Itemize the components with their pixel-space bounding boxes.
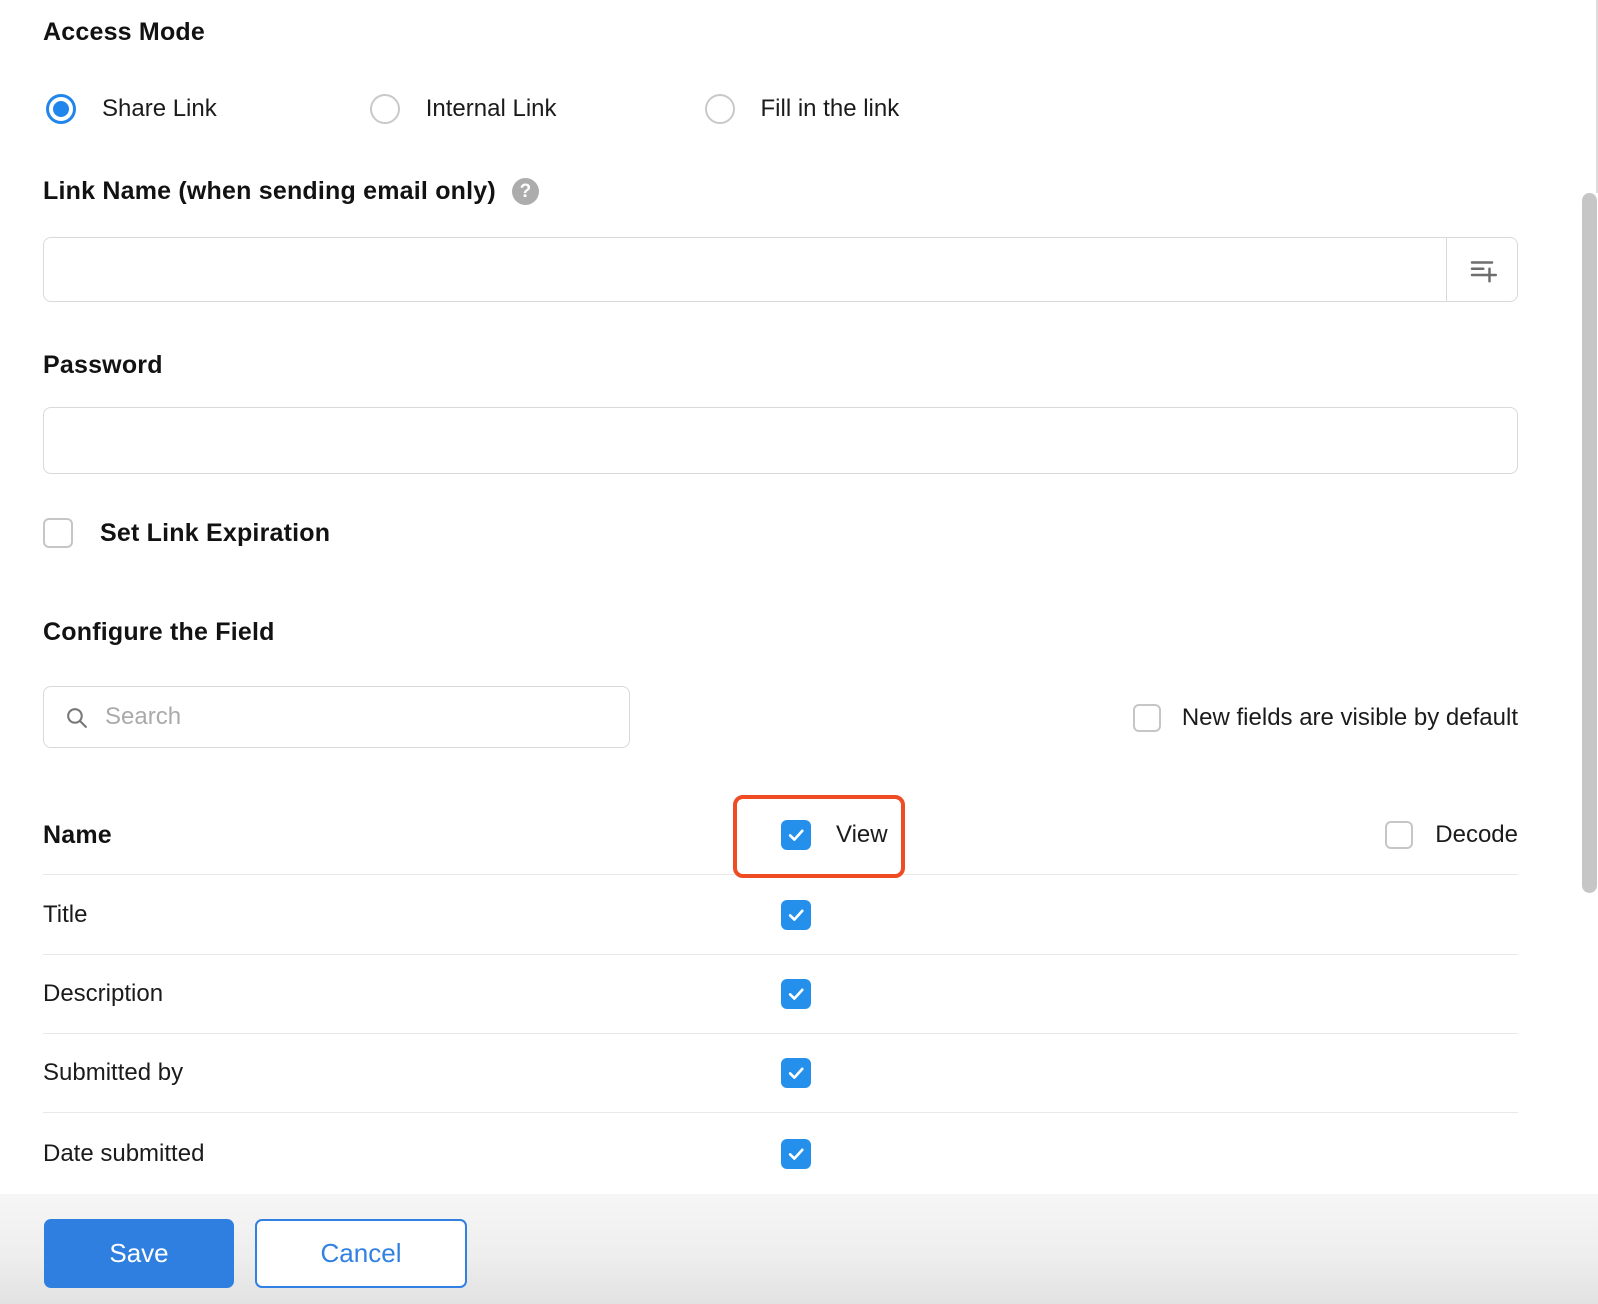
radio-unselected-icon[interactable] [370, 94, 400, 124]
table-row: Title [43, 875, 1518, 954]
decode-column-label: Decode [1435, 821, 1518, 849]
search-icon [64, 705, 89, 730]
password-input[interactable] [43, 407, 1518, 474]
radio-fill-in-the-link-label: Fill in the link [761, 95, 900, 123]
set-link-expiration-label: Set Link Expiration [100, 519, 330, 548]
view-checkbox[interactable] [781, 1058, 811, 1088]
link-name-input[interactable] [44, 238, 1444, 301]
save-button[interactable]: Save [44, 1219, 234, 1288]
radio-internal-link[interactable]: Internal Link [370, 94, 557, 124]
set-link-expiration-row[interactable]: Set Link Expiration [43, 518, 330, 548]
radio-selected-icon[interactable] [46, 94, 76, 124]
field-name: Title [43, 901, 87, 929]
field-name: Date submitted [43, 1140, 204, 1168]
scrollbar-thumb[interactable] [1582, 193, 1597, 893]
search-box[interactable] [43, 686, 630, 748]
new-fields-default-checkbox[interactable] [1133, 704, 1161, 732]
link-name-input-wrap [43, 237, 1518, 302]
link-name-label-row: Link Name (when sending email only) ? [43, 177, 539, 206]
insert-field-addon-button[interactable] [1446, 238, 1517, 301]
field-name: Description [43, 980, 163, 1008]
cancel-button[interactable]: Cancel [255, 1219, 467, 1288]
radio-share-link-label: Share Link [102, 95, 217, 123]
new-fields-default-row[interactable]: New fields are visible by default [1133, 704, 1518, 732]
link-name-label: Link Name (when sending email only) [43, 177, 496, 206]
decode-column-header: Decode [1385, 821, 1518, 849]
checkmark-icon [786, 1063, 806, 1083]
password-heading: Password [43, 351, 163, 380]
radio-internal-link-label: Internal Link [426, 95, 557, 123]
new-fields-default-label: New fields are visible by default [1182, 704, 1518, 732]
checkmark-icon [786, 984, 806, 1004]
access-mode-heading: Access Mode [43, 18, 205, 47]
view-checkbox[interactable] [781, 900, 811, 930]
question-mark-icon[interactable]: ? [512, 178, 539, 205]
insert-field-icon [1467, 255, 1497, 285]
footer-bar: Save Cancel [0, 1194, 1598, 1304]
radio-share-link[interactable]: Share Link [46, 94, 217, 124]
set-link-expiration-checkbox[interactable] [43, 518, 73, 548]
view-checkbox[interactable] [781, 979, 811, 1009]
radio-unselected-icon[interactable] [705, 94, 735, 124]
decode-select-all-checkbox[interactable] [1385, 821, 1413, 849]
table-row: Description [43, 954, 1518, 1033]
table-row: Date submitted [43, 1112, 1518, 1194]
table-row: Submitted by [43, 1033, 1518, 1112]
checkmark-icon [786, 1144, 806, 1164]
radio-fill-in-the-link[interactable]: Fill in the link [705, 94, 900, 124]
view-header-highlight-box [733, 795, 905, 878]
name-column-header: Name [43, 821, 112, 850]
view-checkbox[interactable] [781, 1139, 811, 1169]
access-mode-radio-group: Share Link Internal Link Fill in the lin… [46, 94, 899, 124]
field-name: Submitted by [43, 1059, 183, 1087]
configure-field-heading: Configure the Field [43, 618, 275, 647]
checkmark-icon [786, 905, 806, 925]
search-input[interactable] [105, 703, 629, 731]
